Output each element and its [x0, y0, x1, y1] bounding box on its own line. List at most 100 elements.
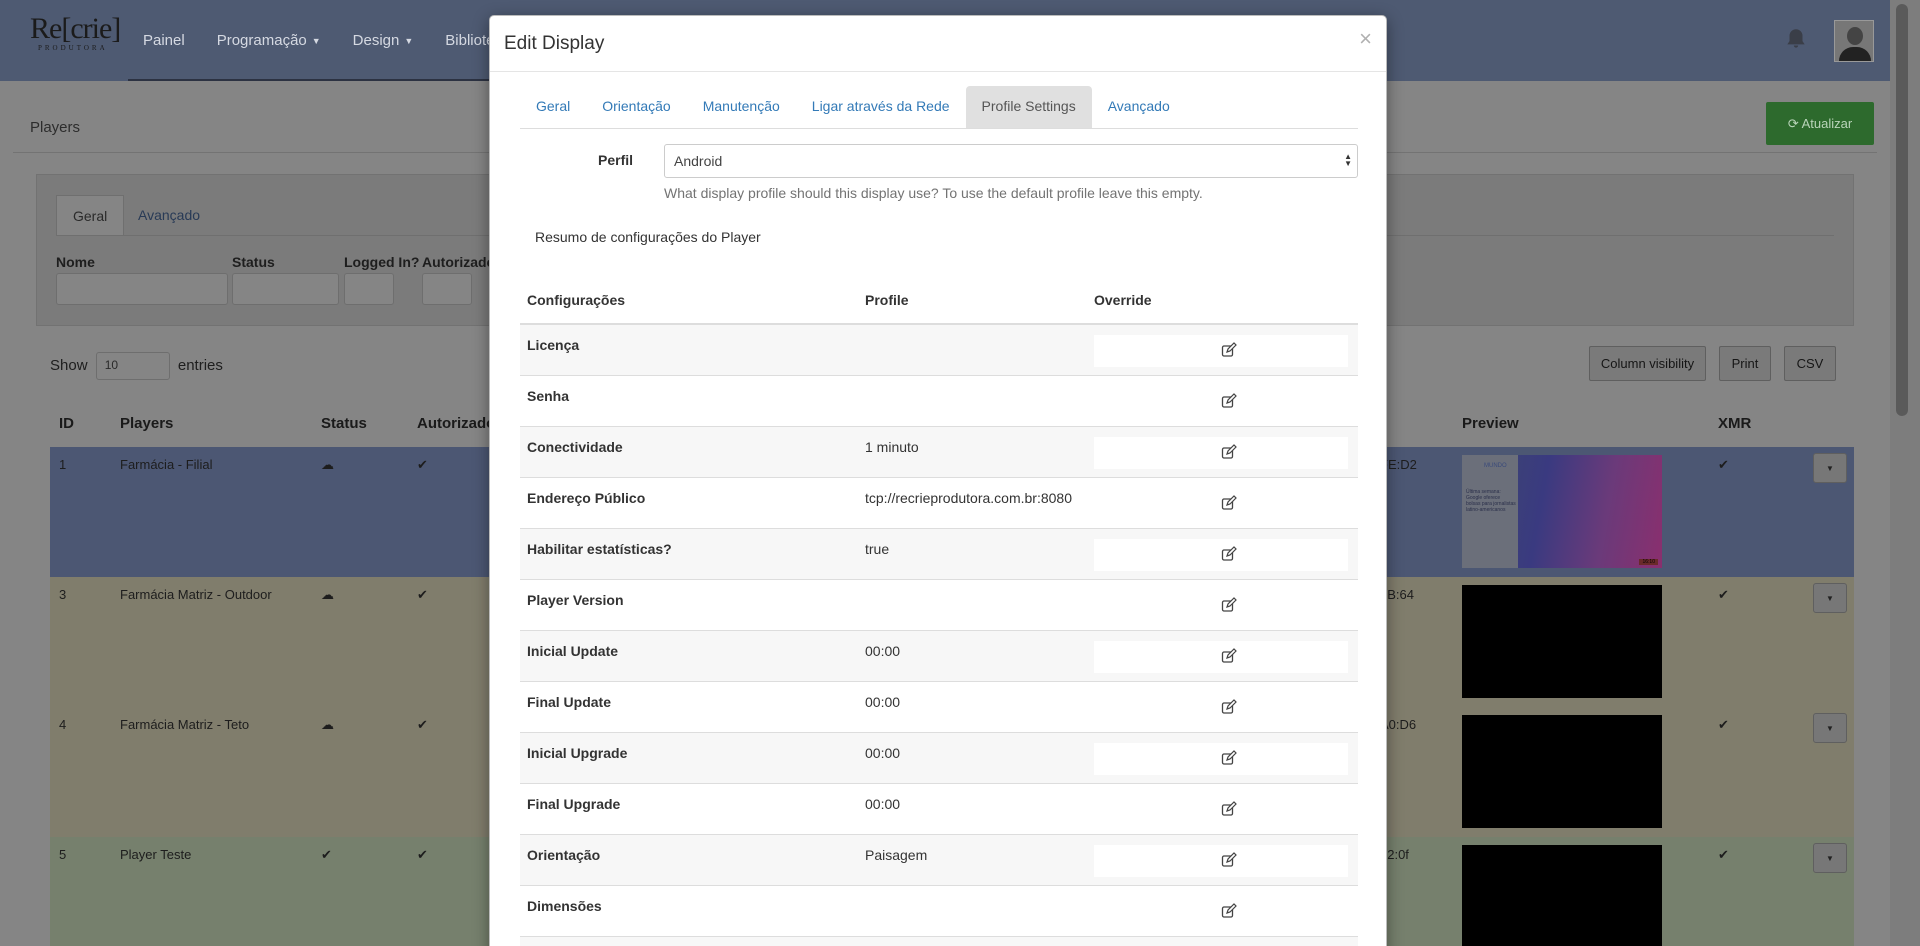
filter-status-select[interactable]	[232, 273, 339, 305]
edit-icon[interactable]	[1221, 546, 1237, 562]
preview-caption: Última semana: Google oferece bolsas par…	[1466, 489, 1516, 513]
setting-name: Licença	[527, 337, 580, 353]
row-actions-button[interactable]: ▼	[1813, 843, 1847, 873]
setting-name: Senha	[527, 388, 570, 404]
tab-orienta-o[interactable]: Orientação	[586, 86, 686, 128]
col-xmr[interactable]: XMR	[1718, 415, 1751, 432]
check-icon: ✔	[1718, 587, 1729, 602]
filter-label-nome: Nome	[56, 254, 95, 270]
refresh-button[interactable]: ⟳ Atualizar	[1766, 102, 1874, 145]
edit-icon[interactable]	[1221, 903, 1237, 919]
setting-name: Endereço Público	[527, 490, 646, 506]
bell-icon[interactable]	[1783, 26, 1809, 52]
perfil-label: Perfil	[598, 152, 634, 168]
settings-row: Player Version	[520, 580, 1358, 631]
csv-button[interactable]: CSV	[1784, 346, 1836, 381]
player-name: Farmácia Matriz - Teto	[120, 717, 250, 732]
edit-icon[interactable]	[1221, 342, 1237, 358]
edit-icon[interactable]	[1221, 495, 1237, 511]
settings-row: Inicial Upgrade 00:00	[520, 733, 1358, 784]
filter-label-status: Status	[232, 254, 275, 270]
player-id: 3	[59, 587, 67, 602]
setting-name: Habilitar estatísticas?	[527, 541, 672, 557]
row-actions-button[interactable]: ▼	[1813, 583, 1847, 613]
preview-thumbnail[interactable]: Última semana: Google oferece bolsas par…	[1462, 455, 1662, 568]
edit-icon[interactable]	[1221, 852, 1237, 868]
player-name: Farmácia - Filial	[120, 457, 213, 472]
setting-profile-value: 00:00	[865, 694, 901, 710]
edit-icon[interactable]	[1221, 801, 1237, 817]
preview-thumbnail[interactable]	[1462, 585, 1662, 698]
header-override: Override	[1094, 292, 1152, 308]
setting-profile-value: 00:00	[865, 643, 901, 659]
settings-row: Final Update 00:00	[520, 682, 1358, 733]
col-autorizado[interactable]: Autorizado	[417, 415, 495, 432]
row-actions-button[interactable]: ▼	[1813, 713, 1847, 743]
check-icon: ✔	[417, 717, 428, 732]
settings-row: Blacklisttrue	[520, 937, 1358, 946]
edit-icon[interactable]	[1221, 750, 1237, 766]
filter-label-logged: Logged In?	[344, 254, 420, 270]
col-status[interactable]: Status	[321, 415, 367, 432]
filter-label-autorizado: Autorizado	[422, 254, 496, 270]
settings-row: Senha	[520, 376, 1358, 427]
check-icon: ✔	[417, 457, 428, 472]
preview-thumbnail[interactable]	[1462, 845, 1662, 946]
tab-avan-ado[interactable]: Avançado	[1092, 86, 1186, 128]
player-name: Farmácia Matriz - Outdoor	[120, 587, 272, 602]
preview-thumbnail[interactable]	[1462, 715, 1662, 828]
edit-icon[interactable]	[1221, 444, 1237, 460]
col-preview[interactable]: Preview	[1462, 415, 1519, 432]
tab-geral[interactable]: Geral	[520, 86, 586, 128]
tab-ligar-atrav-s-da-rede[interactable]: Ligar através da Rede	[796, 86, 966, 128]
settings-table-header: Configurações Profile Override	[520, 275, 1358, 325]
header-profile: Profile	[865, 292, 909, 308]
status-icon: ☁	[321, 587, 334, 602]
preview-brand: MUNDO	[1484, 463, 1507, 469]
status-icon: ✔	[321, 847, 332, 862]
edit-icon[interactable]	[1221, 648, 1237, 664]
player-id: 4	[59, 717, 67, 732]
tab-manuten-o[interactable]: Manutenção	[687, 86, 796, 128]
entries-control: Show 10 entries	[50, 352, 223, 380]
edit-icon[interactable]	[1221, 393, 1237, 409]
modal-title: Edit Display	[504, 33, 605, 54]
setting-profile-value: true	[865, 541, 890, 557]
filter-logged-select[interactable]	[344, 273, 394, 305]
settings-table: Configurações Profile Override Licença Se…	[520, 275, 1358, 946]
settings-row: Licença	[520, 325, 1358, 376]
edit-icon[interactable]	[1221, 699, 1237, 715]
check-icon: ✔	[1718, 457, 1729, 472]
filter-authorized-select[interactable]	[422, 273, 472, 305]
user-avatar[interactable]	[1834, 20, 1874, 62]
tab-profile-settings[interactable]: Profile Settings	[965, 86, 1092, 128]
caret-down-icon: ▼	[404, 36, 414, 47]
row-actions-button[interactable]: ▼	[1813, 453, 1847, 483]
player-id: 1	[59, 457, 67, 472]
status-icon: ☁	[321, 457, 334, 472]
col-players[interactable]: Players	[120, 415, 173, 432]
filter-tab-avancado[interactable]: Avançado	[122, 195, 216, 236]
print-button[interactable]: Print	[1719, 346, 1771, 381]
setting-profile-value: Paisagem	[865, 847, 928, 863]
close-icon[interactable]: ×	[1359, 28, 1372, 50]
perfil-select[interactable]: Android ▲ ▼	[664, 144, 1358, 178]
entries-select[interactable]: 10	[95, 352, 170, 380]
summary-title: Resumo de configurações do Player	[535, 229, 761, 245]
nav-item-2[interactable]: Design ▼	[353, 32, 414, 49]
filter-name-input[interactable]	[56, 273, 228, 305]
caret-down-icon: ▼	[311, 36, 321, 47]
perfil-help-text: What display profile should this display…	[664, 185, 1203, 201]
page-scrollbar[interactable]	[1890, 0, 1920, 946]
setting-name: Conectividade	[527, 439, 623, 455]
nav-item-0[interactable]: Painel	[143, 32, 185, 49]
brand-logo[interactable]: Re[crie] PRODUTORA	[30, 14, 121, 53]
col-id[interactable]: ID	[59, 415, 74, 432]
column-visibility-button[interactable]: Column visibility	[1589, 346, 1706, 381]
filter-tab-geral[interactable]: Geral	[56, 195, 125, 236]
modal-tabs: Geral Orientação Manutenção Ligar através d…	[520, 86, 1358, 129]
check-icon: ✔	[417, 587, 428, 602]
setting-name: Inicial Upgrade	[527, 745, 628, 761]
nav-item-1[interactable]: Programação ▼	[217, 32, 321, 49]
edit-icon[interactable]	[1221, 597, 1237, 613]
